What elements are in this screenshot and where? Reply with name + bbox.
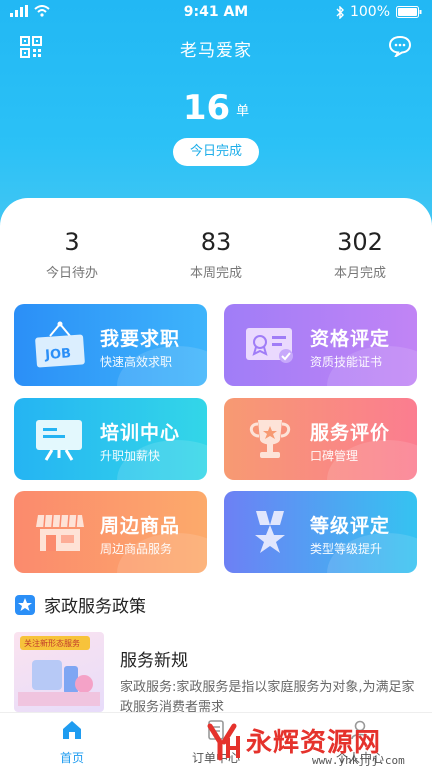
tile-nearby-goods[interactable]: 周边商品 周边商品服务 xyxy=(14,491,207,573)
bluetooth-icon xyxy=(336,5,344,19)
certificate-icon xyxy=(246,328,293,363)
stat-label: 今日待办 xyxy=(45,266,98,281)
tab-home[interactable]: 首页 xyxy=(0,713,144,768)
stat-label: 本月完成 xyxy=(333,266,386,281)
storefront-icon xyxy=(36,514,84,551)
news-title: 服务新规 xyxy=(120,651,188,671)
trophy-icon xyxy=(249,420,291,458)
stat-value: 3 xyxy=(64,228,80,256)
tile-level-rating[interactable]: 等级评定 类型等级提升 xyxy=(224,491,417,573)
watermark-url: www.yhkjjj.com xyxy=(312,754,405,767)
stat-week-completed[interactable]: 83 本周完成 xyxy=(144,228,288,281)
star-badge-icon xyxy=(15,594,35,615)
tile-service-review[interactable]: 服务评价 口碑管理 xyxy=(224,398,417,480)
tile-subtitle: 升职加薪快 xyxy=(100,449,161,463)
watermark-logo-icon xyxy=(207,723,240,761)
tile-title: 资格评定 xyxy=(310,328,391,350)
tile-subtitle: 快速高效求职 xyxy=(100,355,173,369)
battery-percent: 100% xyxy=(349,4,390,20)
stat-value: 83 xyxy=(200,228,232,256)
news-item[interactable]: 关注新形态服务 服务新规 家政服务:家政服务是指以家庭服务为对象,为满足家政服务… xyxy=(14,632,418,712)
status-right: 100% xyxy=(336,4,422,20)
job-sign-text: JOB xyxy=(44,346,72,363)
tile-subtitle: 类型等级提升 xyxy=(310,542,383,556)
tile-subtitle: 口碑管理 xyxy=(310,449,359,463)
tile-subtitle: 周边商品服务 xyxy=(100,542,173,556)
today-count-number: 16 xyxy=(182,88,231,128)
news-description: 家政服务:家政服务是指以家庭服务为对象,为满足家政服务消费者需求 xyxy=(120,680,415,712)
section-title: 家政服务政策 xyxy=(44,597,146,617)
stat-month-completed[interactable]: 302 本月完成 xyxy=(288,228,432,281)
status-bar: 9:41 AM 100% xyxy=(0,0,432,26)
today-count: 16 单 xyxy=(0,88,432,128)
tile-job-seeking[interactable]: JOB 我要求职 快速高效求职 xyxy=(14,304,207,386)
stat-value: 302 xyxy=(337,228,383,256)
battery-icon xyxy=(396,6,422,18)
tile-title: 周边商品 xyxy=(100,515,181,537)
tile-title: 我要求职 xyxy=(100,328,181,350)
home-icon xyxy=(63,721,81,739)
app-title: 老马爱家 xyxy=(180,41,252,61)
tile-title: 等级评定 xyxy=(310,515,391,537)
presentation-board-icon xyxy=(36,420,82,461)
medal-star-icon xyxy=(255,511,285,553)
tile-training-center[interactable]: 培训中心 升职加薪快 xyxy=(14,398,207,480)
stat-today-todo[interactable]: 3 今日待办 xyxy=(0,228,144,281)
message-icon[interactable] xyxy=(388,35,412,57)
tab-label: 首页 xyxy=(59,751,84,765)
policy-section-header: 家政服务政策 xyxy=(14,592,146,617)
today-completed-button[interactable]: 今日完成 xyxy=(173,138,259,166)
watermark: 永辉资源网 www.yhkjjj.com xyxy=(200,720,432,768)
news-thumbnail-illustration: 关注新形态服务 xyxy=(18,636,100,706)
tile-title: 服务评价 xyxy=(310,422,391,444)
job-sign-icon: JOB xyxy=(35,321,85,368)
top-bar: 老马爱家 xyxy=(0,30,432,64)
news-thumbnail: 关注新形态服务 xyxy=(14,632,104,712)
tile-subtitle: 资质技能证书 xyxy=(310,355,383,369)
thumb-caption: 关注新形态服务 xyxy=(24,638,80,648)
stats-row: 3 今日待办 83 本周完成 302 本月完成 xyxy=(0,228,432,281)
tile-qualification[interactable]: 资格评定 资质技能证书 xyxy=(224,304,417,386)
today-count-unit: 单 xyxy=(236,104,250,119)
tile-title: 培训中心 xyxy=(100,422,181,444)
stat-label: 本周完成 xyxy=(189,266,242,281)
